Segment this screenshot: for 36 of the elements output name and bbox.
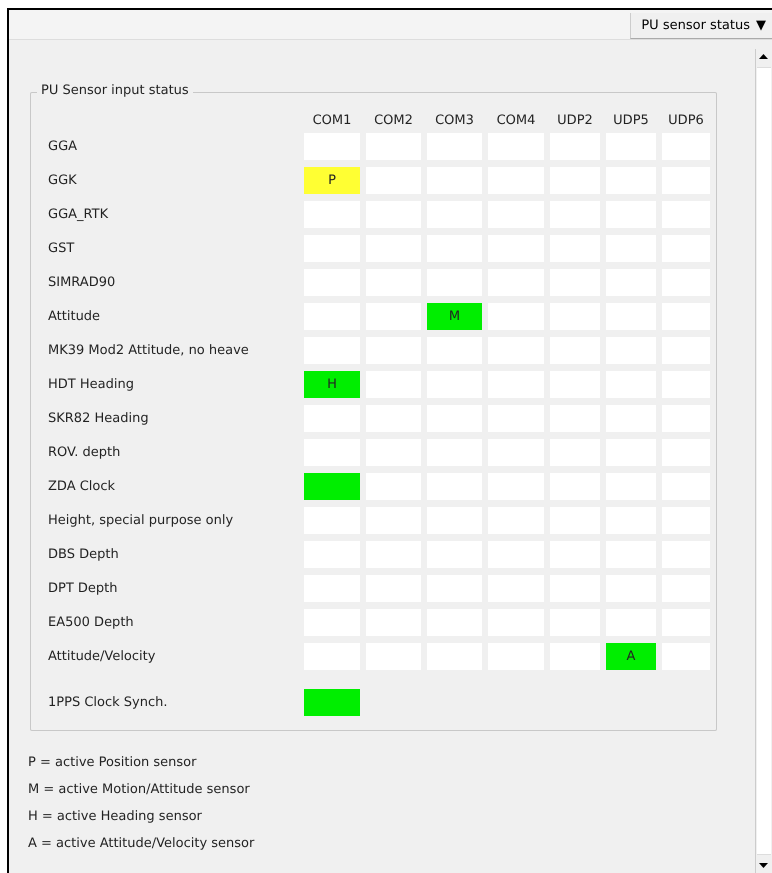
row-label: ZDA Clock xyxy=(48,479,116,494)
row-label: DBS Depth xyxy=(48,547,120,562)
column-header: COM3 xyxy=(434,113,475,128)
row-label: Attitude xyxy=(48,309,102,324)
row-label: HDT Heading xyxy=(48,377,135,392)
status-cell: A xyxy=(606,643,656,670)
status-cell: M xyxy=(427,303,482,330)
scrollbar[interactable] xyxy=(755,49,772,873)
group-title: PU Sensor input status xyxy=(37,83,193,98)
column-header: UDP6 xyxy=(667,113,705,128)
row-label: ROV. depth xyxy=(48,445,122,460)
row-label: SKR82 Heading xyxy=(48,411,150,426)
column-header: UDP2 xyxy=(556,113,594,128)
row-label: GGA xyxy=(48,139,78,154)
legend-text: H = active Heading sensor xyxy=(28,808,203,826)
row-label: 1PPS Clock Synch. xyxy=(48,695,168,710)
scroll-thumb[interactable] xyxy=(757,67,771,855)
status-cell: P xyxy=(304,167,360,194)
row-label: SIMRAD90 xyxy=(48,275,116,290)
legend-text: P = active Position sensor xyxy=(28,754,198,772)
row-label: Height, special purpose only xyxy=(48,513,234,528)
column-header: UDP5 xyxy=(612,113,650,128)
view-dropdown[interactable]: PU sensor status ▼ xyxy=(630,13,772,39)
legend-text: A = active Attitude/Velocity sensor xyxy=(28,835,256,853)
row-label: GGA_RTK xyxy=(48,207,110,222)
row-label: DPT Depth xyxy=(48,581,119,596)
row-label: GGK xyxy=(48,173,78,188)
legend-text: M = active Motion/Attitude sensor xyxy=(28,781,251,799)
column-header: COM2 xyxy=(373,113,414,128)
row-label: Attitude/Velocity xyxy=(48,649,156,664)
row-label: GST xyxy=(48,241,76,256)
column-header: COM4 xyxy=(496,113,536,128)
column-header: COM1 xyxy=(312,113,352,128)
row-label: EA500 Depth xyxy=(48,615,135,630)
row-label: MK39 Mod2 Attitude, no heave xyxy=(48,343,250,358)
status-cell: H xyxy=(304,371,360,398)
